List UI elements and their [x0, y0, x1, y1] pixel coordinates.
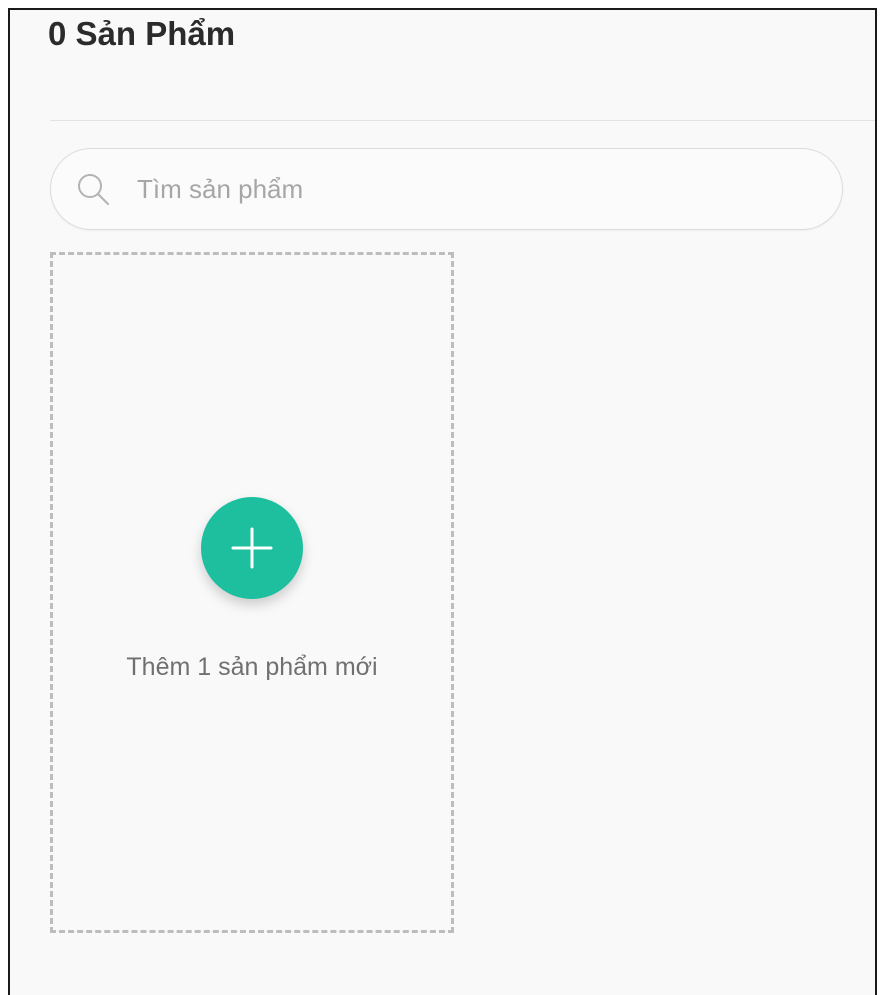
- add-product-button[interactable]: [201, 497, 303, 599]
- search-bar[interactable]: [50, 148, 843, 230]
- add-product-card[interactable]: Thêm 1 sản phẩm mới: [50, 252, 454, 933]
- products-panel: 0 Sản Phẩm Thêm 1 sản phẩm mới: [8, 8, 877, 995]
- header-divider: [50, 120, 875, 121]
- search-input[interactable]: [137, 167, 797, 211]
- plus-icon: [231, 527, 273, 569]
- add-product-label: Thêm 1 sản phẩm mới: [126, 653, 378, 681]
- search-icon: [75, 171, 111, 207]
- page-title: 0 Sản Phẩm: [48, 15, 236, 52]
